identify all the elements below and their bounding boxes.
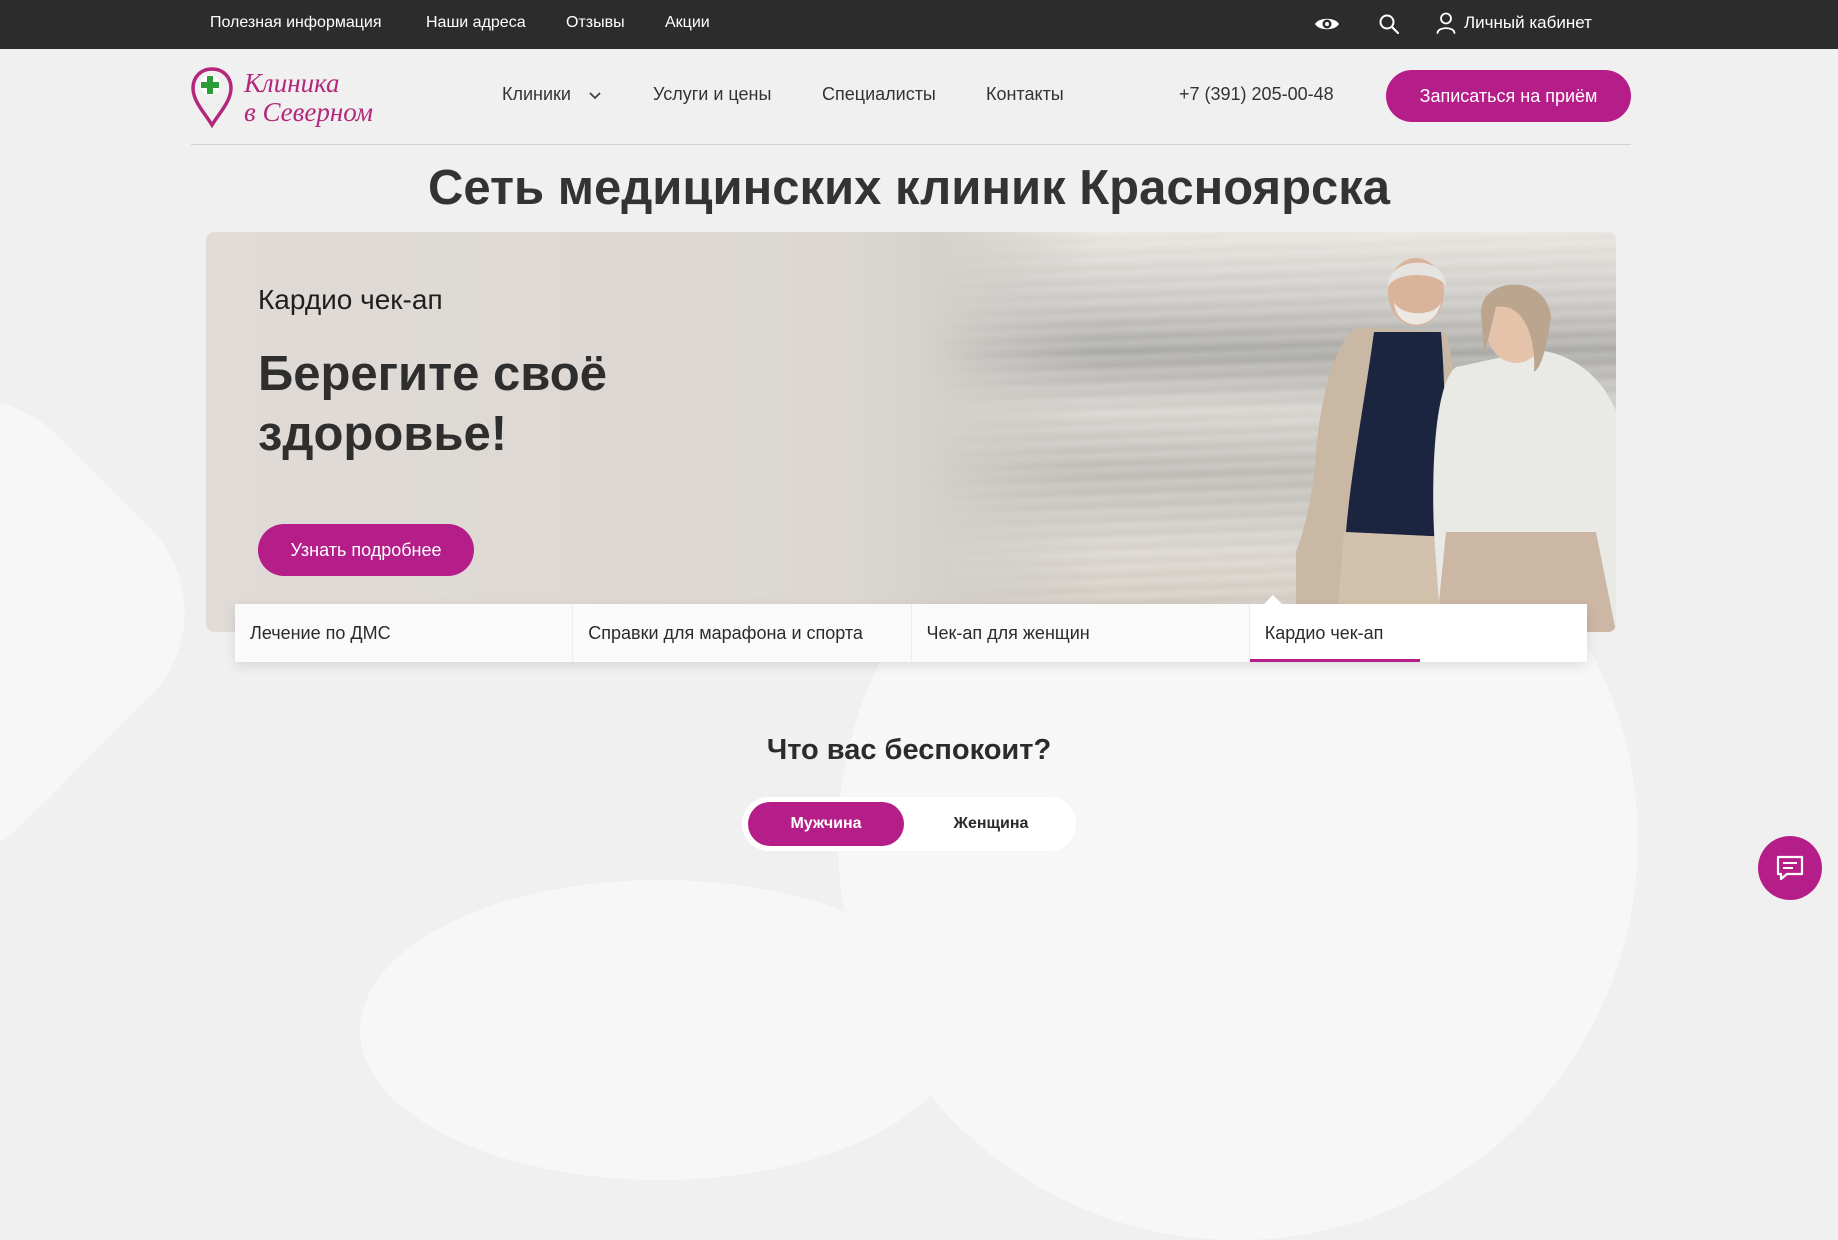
active-tab-notch — [1263, 595, 1282, 604]
tab-women-checkup[interactable]: Чек-ап для женщин — [911, 604, 1250, 662]
learn-more-button[interactable]: Узнать подробнее — [258, 524, 474, 576]
eye-icon[interactable] — [1314, 12, 1340, 36]
user-icon — [1436, 12, 1456, 34]
hero-subtitle: Кардио чек-ап — [258, 284, 443, 315]
active-tab-underline — [1249, 659, 1420, 662]
logo-line-1: Клиника — [244, 68, 340, 98]
phone-number[interactable]: +7 (391) 205-00-48 — [1179, 84, 1334, 105]
gender-option-female[interactable]: Женщина — [912, 802, 1070, 846]
concern-section-title: Что вас беспокоит? — [766, 734, 1052, 766]
hero-banner: Кардио чек-ап Берегите своё здоровье! Уз… — [206, 232, 1616, 632]
tab-dms-treatment[interactable]: Лечение по ДМС — [235, 604, 574, 662]
chevron-down-icon — [589, 92, 601, 100]
tab-label: Чек-ап для женщин — [926, 622, 1090, 643]
tab-label: Лечение по ДМС — [250, 622, 391, 643]
hero-couple-photo — [1296, 258, 1616, 632]
clinic-logo[interactable]: Клиника в Северном — [190, 63, 410, 133]
nav-clinics-dropdown[interactable]: Клиники — [502, 84, 602, 105]
topbar-link-addresses[interactable]: Наши адреса — [426, 14, 526, 32]
chat-icon — [1776, 855, 1804, 881]
topbar-link-promotions[interactable]: Акции — [665, 14, 710, 32]
hero-title: Берегите своё здоровье! — [258, 347, 607, 461]
top-bar: Полезная информация Наши адреса Отзывы А… — [0, 0, 1838, 49]
gender-option-male[interactable]: Мужчина — [748, 802, 904, 846]
page-title: Сеть медицинских клиник Красноярска — [427, 161, 1391, 215]
header-divider — [191, 144, 1631, 145]
book-appointment-button[interactable]: Записаться на приём — [1386, 70, 1631, 122]
location-pin-icon — [191, 67, 233, 129]
logo-line-2: в Северном — [244, 97, 373, 127]
logo-text: Клиника в Северном — [244, 69, 373, 127]
tab-cardio-checkup[interactable]: Кардио чек-ап — [1249, 595, 1587, 662]
nav-specialists[interactable]: Специалисты — [822, 84, 936, 105]
chat-button[interactable] — [1758, 836, 1822, 900]
search-icon[interactable] — [1376, 12, 1402, 36]
hero-tabs: Лечение по ДМС Справки для марафона и сп… — [235, 595, 1587, 662]
personal-account-link[interactable]: Личный кабинет — [1436, 12, 1592, 34]
nav-clinics-label: Клиники — [502, 84, 571, 104]
background-shape-left — [0, 350, 235, 910]
tab-label: Справки для марафона и спорта — [588, 622, 863, 643]
gender-toggle: Мужчина Женщина — [742, 797, 1076, 851]
tab-marathon-certificates[interactable]: Справки для марафона и спорта — [573, 604, 912, 662]
background-shape-bottom — [360, 880, 960, 1180]
nav-contacts[interactable]: Контакты — [986, 84, 1064, 105]
topbar-link-reviews[interactable]: Отзывы — [566, 14, 625, 32]
tab-label: Кардио чек-ап — [1264, 622, 1384, 643]
personal-account-label: Личный кабинет — [1464, 13, 1592, 32]
nav-services-prices[interactable]: Услуги и цены — [653, 84, 771, 105]
topbar-link-useful-info[interactable]: Полезная информация — [210, 14, 382, 32]
